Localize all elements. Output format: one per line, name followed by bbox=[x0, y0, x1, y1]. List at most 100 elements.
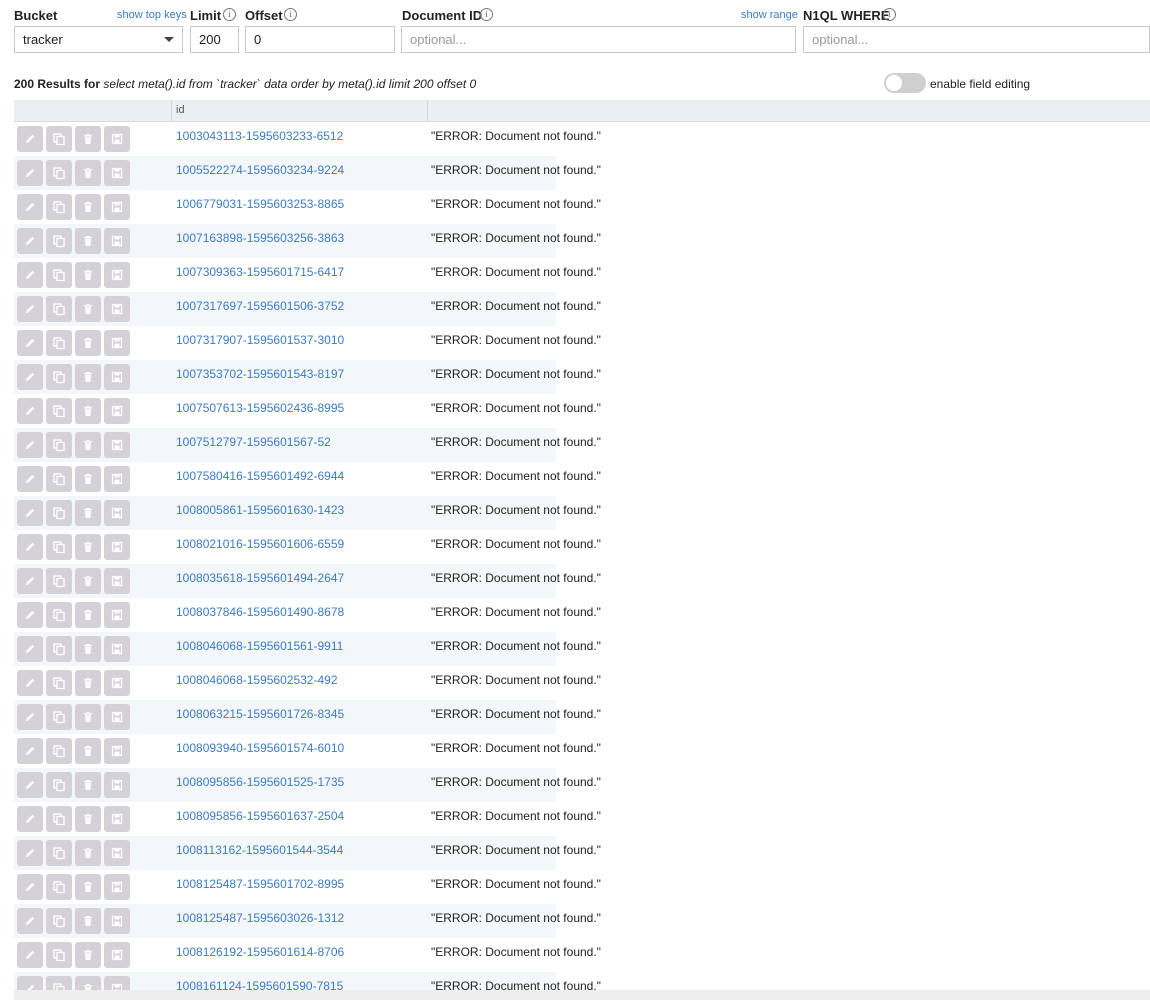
copy-button[interactable] bbox=[46, 874, 72, 900]
copy-button[interactable] bbox=[46, 534, 72, 560]
save-button[interactable] bbox=[104, 670, 130, 696]
document-id-link[interactable]: 1003043113-1595603233-6512 bbox=[176, 129, 343, 143]
delete-button[interactable] bbox=[75, 466, 101, 492]
n1ql-where-info-icon[interactable]: i bbox=[883, 8, 896, 21]
document-id-link[interactable]: 1008046068-1595601561-9911 bbox=[176, 639, 343, 653]
field-editing-toggle[interactable] bbox=[884, 73, 926, 93]
copy-button[interactable] bbox=[46, 500, 72, 526]
edit-button[interactable] bbox=[17, 976, 43, 990]
delete-button[interactable] bbox=[75, 874, 101, 900]
edit-button[interactable] bbox=[17, 840, 43, 866]
copy-button[interactable] bbox=[46, 976, 72, 990]
save-button[interactable] bbox=[104, 364, 130, 390]
edit-button[interactable] bbox=[17, 466, 43, 492]
document-id-link[interactable]: 1008063215-1595601726-8345 bbox=[176, 707, 344, 721]
save-button[interactable] bbox=[104, 534, 130, 560]
save-button[interactable] bbox=[104, 806, 130, 832]
document-id-link[interactable]: 1008095856-1595601525-1735 bbox=[176, 775, 344, 789]
document-id-link[interactable]: 1007317697-1595601506-3752 bbox=[176, 299, 344, 313]
save-button[interactable] bbox=[104, 296, 130, 322]
document-id-link[interactable]: 1008035618-1595601494-2647 bbox=[176, 571, 344, 585]
copy-button[interactable] bbox=[46, 738, 72, 764]
delete-button[interactable] bbox=[75, 636, 101, 662]
edit-button[interactable] bbox=[17, 296, 43, 322]
document-id-link[interactable]: 1007507613-1595602436-8995 bbox=[176, 401, 344, 415]
copy-button[interactable] bbox=[46, 228, 72, 254]
document-id-link[interactable]: 1006779031-1595603253-8865 bbox=[176, 197, 344, 211]
copy-button[interactable] bbox=[46, 908, 72, 934]
save-button[interactable] bbox=[104, 704, 130, 730]
document-id-link[interactable]: 1007512797-1595601567-52 bbox=[176, 435, 331, 449]
delete-button[interactable] bbox=[75, 908, 101, 934]
document-id-link[interactable]: 1007580416-1595601492-6944 bbox=[176, 469, 344, 483]
delete-button[interactable] bbox=[75, 568, 101, 594]
delete-button[interactable] bbox=[75, 738, 101, 764]
document-id-link[interactable]: 1008161124-1595601590-7815 bbox=[176, 979, 343, 990]
edit-button[interactable] bbox=[17, 738, 43, 764]
delete-button[interactable] bbox=[75, 398, 101, 424]
delete-button[interactable] bbox=[75, 432, 101, 458]
delete-button[interactable] bbox=[75, 500, 101, 526]
copy-button[interactable] bbox=[46, 364, 72, 390]
show-top-keys-link[interactable]: show top keys bbox=[117, 9, 187, 21]
save-button[interactable] bbox=[104, 976, 130, 990]
copy-button[interactable] bbox=[46, 296, 72, 322]
offset-info-icon[interactable]: i bbox=[284, 8, 297, 21]
document-id-input[interactable]: optional... bbox=[401, 26, 796, 53]
save-button[interactable] bbox=[104, 908, 130, 934]
save-button[interactable] bbox=[104, 840, 130, 866]
save-button[interactable] bbox=[104, 772, 130, 798]
edit-button[interactable] bbox=[17, 262, 43, 288]
show-range-link[interactable]: show range bbox=[741, 9, 798, 21]
copy-button[interactable] bbox=[46, 330, 72, 356]
save-button[interactable] bbox=[104, 126, 130, 152]
save-button[interactable] bbox=[104, 942, 130, 968]
edit-button[interactable] bbox=[17, 908, 43, 934]
edit-button[interactable] bbox=[17, 874, 43, 900]
copy-button[interactable] bbox=[46, 194, 72, 220]
copy-button[interactable] bbox=[46, 806, 72, 832]
document-id-link[interactable]: 1008126192-1595601614-8706 bbox=[176, 945, 344, 959]
copy-button[interactable] bbox=[46, 432, 72, 458]
copy-button[interactable] bbox=[46, 602, 72, 628]
save-button[interactable] bbox=[104, 160, 130, 186]
delete-button[interactable] bbox=[75, 228, 101, 254]
n1ql-where-input[interactable]: optional... bbox=[803, 26, 1150, 53]
delete-button[interactable] bbox=[75, 670, 101, 696]
document-id-link[interactable]: 1007317907-1595601537-3010 bbox=[176, 333, 344, 347]
document-id-link[interactable]: 1008046068-1595602532-492 bbox=[176, 673, 338, 687]
delete-button[interactable] bbox=[75, 194, 101, 220]
delete-button[interactable] bbox=[75, 160, 101, 186]
delete-button[interactable] bbox=[75, 602, 101, 628]
save-button[interactable] bbox=[104, 500, 130, 526]
edit-button[interactable] bbox=[17, 670, 43, 696]
offset-input[interactable]: 0 bbox=[245, 26, 395, 53]
document-id-link[interactable]: 1008125487-1595603026-1312 bbox=[176, 911, 344, 925]
delete-button[interactable] bbox=[75, 296, 101, 322]
save-button[interactable] bbox=[104, 262, 130, 288]
copy-button[interactable] bbox=[46, 704, 72, 730]
save-button[interactable] bbox=[104, 874, 130, 900]
edit-button[interactable] bbox=[17, 602, 43, 628]
copy-button[interactable] bbox=[46, 126, 72, 152]
edit-button[interactable] bbox=[17, 330, 43, 356]
edit-button[interactable] bbox=[17, 126, 43, 152]
edit-button[interactable] bbox=[17, 806, 43, 832]
horizontal-scrollbar[interactable] bbox=[14, 990, 1150, 1000]
save-button[interactable] bbox=[104, 432, 130, 458]
copy-button[interactable] bbox=[46, 262, 72, 288]
delete-button[interactable] bbox=[75, 840, 101, 866]
delete-button[interactable] bbox=[75, 330, 101, 356]
delete-button[interactable] bbox=[75, 262, 101, 288]
limit-input[interactable]: 200 bbox=[190, 26, 239, 53]
edit-button[interactable] bbox=[17, 228, 43, 254]
copy-button[interactable] bbox=[46, 636, 72, 662]
copy-button[interactable] bbox=[46, 160, 72, 186]
delete-button[interactable] bbox=[75, 942, 101, 968]
edit-button[interactable] bbox=[17, 194, 43, 220]
edit-button[interactable] bbox=[17, 636, 43, 662]
document-id-info-icon[interactable]: i bbox=[480, 8, 493, 21]
edit-button[interactable] bbox=[17, 534, 43, 560]
edit-button[interactable] bbox=[17, 432, 43, 458]
save-button[interactable] bbox=[104, 602, 130, 628]
